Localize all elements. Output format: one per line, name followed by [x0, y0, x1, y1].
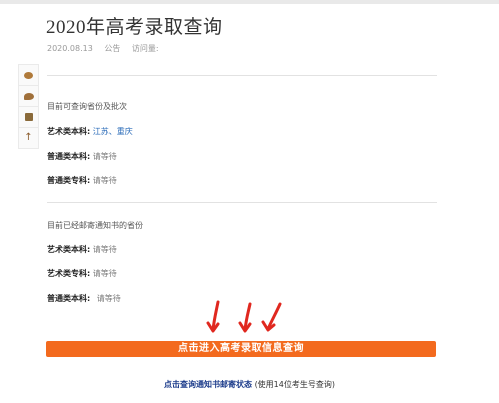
- section2-row: 艺术类本科: 请等待: [47, 244, 117, 255]
- share-toolbar: ↑: [18, 64, 39, 149]
- pointer-arrows: [206, 300, 282, 333]
- share-wechat-button[interactable]: [19, 86, 38, 107]
- row-value: 请等待: [96, 294, 121, 303]
- mail-status-link[interactable]: 点击查询通知书邮寄状态: [164, 380, 252, 389]
- divider: [47, 202, 437, 203]
- section1-row: 普通类专科: 请等待: [47, 175, 117, 186]
- admission-query-button[interactable]: 点击进入高考录取信息查询: [46, 341, 436, 357]
- share-qzone-button[interactable]: [19, 107, 38, 128]
- top-bar: [0, 0, 499, 4]
- row-value: 请等待: [92, 269, 117, 278]
- row-value: 江苏、重庆: [92, 127, 133, 136]
- section2-row: 艺术类专科: 请等待: [47, 268, 117, 279]
- view-count-label: 访问量:: [131, 44, 159, 53]
- footer-line: 点击查询通知书邮寄状态 (使用14位考生号查询): [0, 379, 499, 390]
- back-to-top-button[interactable]: ↑: [19, 128, 38, 148]
- row-label: 普通类本科:: [47, 152, 91, 161]
- back-to-top-icon: ↑: [24, 132, 33, 143]
- section2-heading: 目前已经邮寄通知书的省份: [47, 221, 143, 230]
- row-label: 艺术类专科:: [47, 269, 91, 278]
- row-value: 请等待: [92, 152, 117, 161]
- wechat-icon: [23, 92, 34, 100]
- weibo-icon: [24, 71, 33, 79]
- row-value: 请等待: [92, 245, 117, 254]
- row-value: 请等待: [92, 176, 117, 185]
- category-link[interactable]: 公告: [104, 44, 120, 53]
- row-label: 普通类专科:: [47, 176, 91, 185]
- divider: [47, 75, 437, 76]
- section1-row: 艺术类本科: 江苏、重庆: [47, 126, 133, 137]
- section1-heading: 目前可查询省份及批次: [47, 102, 127, 111]
- publish-date: 2020.08.13: [47, 44, 93, 53]
- section1-row: 普通类本科: 请等待: [47, 151, 117, 162]
- row-label: 艺术类本科:: [47, 127, 91, 136]
- page-title: 2020年高考录取查询: [46, 17, 223, 38]
- article-meta: 2020.08.13 公告 访问量:: [47, 43, 168, 54]
- footer-note: (使用14位考生号查询): [254, 380, 335, 389]
- row-label: 普通类本科:: [47, 294, 91, 303]
- row-label: 艺术类本科:: [47, 245, 91, 254]
- section2-row: 普通类本科: 请等待: [47, 293, 121, 304]
- qzone-icon: [24, 113, 33, 121]
- share-weibo-button[interactable]: [19, 65, 38, 86]
